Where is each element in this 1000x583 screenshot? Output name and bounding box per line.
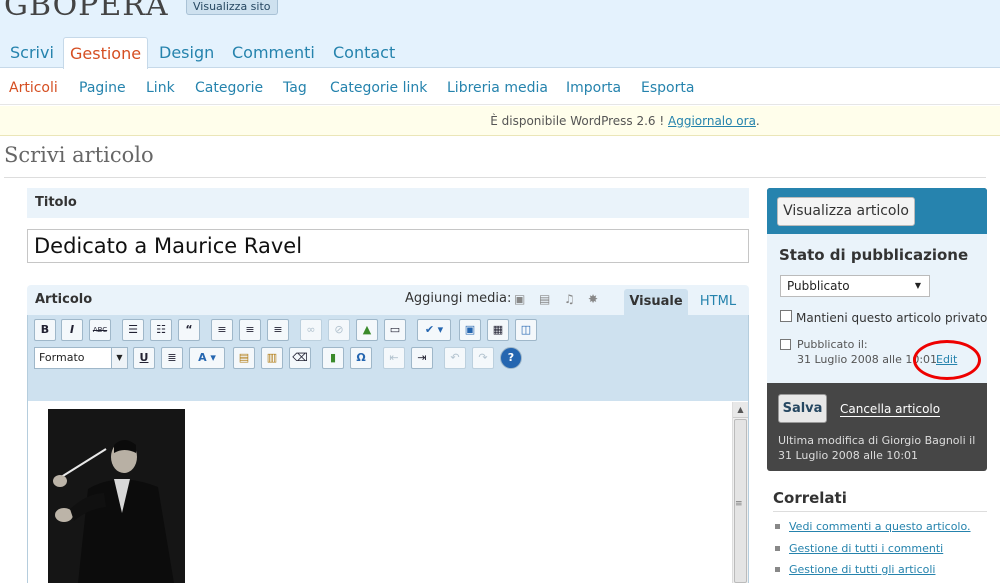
- sub-item-importa[interactable]: Importa: [566, 80, 621, 96]
- update-notice-suffix: .: [755, 114, 760, 128]
- page-title: Scrivi articolo: [4, 143, 154, 167]
- help-button[interactable]: ?: [500, 347, 522, 369]
- add-audio-icon[interactable]: ♫: [564, 292, 575, 306]
- indent-icon[interactable]: ⇥: [411, 347, 433, 369]
- format-select-value: Formato: [39, 351, 85, 364]
- insert-more-icon[interactable]: ▭: [384, 319, 406, 341]
- post-title-input[interactable]: [27, 229, 749, 263]
- paste-word-icon[interactable]: ▥: [261, 347, 283, 369]
- delete-post-link[interactable]: Cancella articolo: [840, 402, 941, 417]
- bold-button[interactable]: B: [34, 319, 56, 341]
- add-media-icon[interactable]: ✸: [588, 292, 598, 306]
- keep-private-label: Mantieni questo articolo privato: [796, 311, 988, 325]
- bullet-square-icon: [775, 566, 780, 572]
- strikethrough-button[interactable]: ABC: [89, 319, 111, 341]
- highlight-circle-annotation: [913, 340, 981, 380]
- publish-status-select[interactable]: Pubblicato ▼: [780, 275, 930, 297]
- publish-status-title: Stato di pubblicazione: [779, 246, 969, 264]
- chevron-down-icon: ▼: [914, 281, 921, 290]
- justify-icon[interactable]: ≣: [161, 347, 183, 369]
- sub-item-libreria-media[interactable]: Libreria media: [447, 80, 548, 96]
- tab-gestione[interactable]: Gestione: [63, 37, 149, 69]
- format-select[interactable]: Formato ▼: [34, 347, 128, 369]
- related-link-label[interactable]: Vedi commenti a questo articolo.: [789, 520, 971, 533]
- undo-icon[interactable]: ↶: [444, 347, 466, 369]
- add-image-icon[interactable]: ▣: [514, 292, 525, 306]
- paste-text-icon[interactable]: ▤: [233, 347, 255, 369]
- related-item-view-comments[interactable]: Vedi commenti a questo articolo.: [775, 520, 971, 533]
- insert-image-icon[interactable]: ▲: [356, 319, 378, 341]
- bullet-list-icon[interactable]: ☰: [122, 319, 144, 341]
- tab-commenti[interactable]: Commenti: [232, 37, 315, 68]
- update-notice: È disponibile WordPress 2.6 ! Aggiornalo…: [0, 106, 1000, 136]
- fullscreen-icon[interactable]: ▣: [459, 319, 481, 341]
- italic-button[interactable]: I: [61, 319, 83, 341]
- last-modified-date: 31 Luglio 2008 alle 10:01: [778, 449, 919, 462]
- editor-scrollbar[interactable]: ▲ ≡: [732, 402, 748, 583]
- publish-status-value: Pubblicato: [787, 279, 850, 293]
- sub-item-articoli[interactable]: Articoli: [9, 80, 58, 96]
- tab-visual[interactable]: Visuale: [624, 289, 688, 315]
- related-link-label[interactable]: Gestione di tutti gli articoli: [789, 563, 935, 576]
- update-notice-text: È disponibile WordPress 2.6 !: [490, 114, 668, 128]
- unlink-icon[interactable]: ⊘: [328, 319, 350, 341]
- tab-html[interactable]: HTML: [693, 289, 743, 315]
- tab-contact-form[interactable]: Contact Form: [333, 37, 395, 93]
- related-link-label[interactable]: Gestione di tutti i commenti: [789, 542, 943, 555]
- text-color-icon[interactable]: A ▾: [189, 347, 225, 369]
- kitchen-sink-icon[interactable]: ▦: [487, 319, 509, 341]
- related-item-manage-comments[interactable]: Gestione di tutti i commenti: [775, 542, 943, 555]
- published-on-label: Pubblicato il:: [797, 338, 868, 351]
- related-divider: [773, 511, 987, 512]
- sub-item-pagine[interactable]: Pagine: [79, 80, 126, 96]
- scroll-grip-icon: ≡: [735, 499, 743, 509]
- title-divider: [4, 177, 986, 178]
- site-title: GBOPERA: [4, 0, 169, 23]
- last-modified-text: Ultima modifica di Giorgio Bagnoli il: [778, 434, 976, 447]
- tab-scrivi[interactable]: Scrivi: [10, 37, 54, 68]
- bullet-square-icon: [775, 523, 780, 529]
- related-item-manage-posts[interactable]: Gestione di tutti gli articoli: [775, 563, 935, 576]
- chevron-down-icon: ▼: [111, 348, 127, 368]
- admin-header: GBOPERA Visualizza sito Scrivi Gestione …: [0, 0, 1000, 93]
- visit-site-button[interactable]: Visualizza sito: [186, 0, 278, 15]
- remove-format-icon[interactable]: ⌫: [289, 347, 311, 369]
- sub-item-esporta[interactable]: Esporta: [641, 80, 694, 96]
- insert-media-icon[interactable]: ▮: [322, 347, 344, 369]
- special-character-button[interactable]: Ω: [350, 347, 372, 369]
- title-section-header: Titolo: [27, 188, 749, 218]
- add-media-label: Aggiungi media:: [405, 291, 512, 306]
- save-button[interactable]: Salva: [778, 394, 827, 423]
- calendar-icon: [780, 339, 791, 350]
- extra-toolbar-icon[interactable]: ◫: [515, 319, 537, 341]
- bullet-square-icon: [775, 545, 780, 551]
- link-icon[interactable]: ∞: [300, 319, 322, 341]
- sub-item-categorie-link[interactable]: Categorie link: [330, 80, 427, 96]
- conductor-photo-image: [48, 409, 185, 583]
- redo-icon[interactable]: ↷: [472, 347, 494, 369]
- align-center-icon[interactable]: ≡: [239, 319, 261, 341]
- sub-item-link[interactable]: Link: [146, 80, 175, 96]
- sub-navigation: Articoli Pagine Link Categorie Tag Categ…: [0, 69, 1000, 105]
- scroll-up-icon[interactable]: ▲: [733, 402, 748, 418]
- conductor-photo[interactable]: [48, 409, 185, 583]
- align-right-icon[interactable]: ≡: [267, 319, 289, 341]
- align-left-icon[interactable]: ≡: [211, 319, 233, 341]
- preview-post-button[interactable]: Visualizza articolo: [777, 197, 915, 226]
- outdent-icon[interactable]: ⇤: [383, 347, 405, 369]
- update-now-link[interactable]: Aggiornalo ora: [668, 114, 756, 128]
- spellcheck-icon[interactable]: ✔ ▾: [417, 319, 451, 341]
- add-video-icon[interactable]: ▤: [539, 292, 550, 306]
- keep-private-checkbox[interactable]: [780, 310, 792, 322]
- sub-item-categorie[interactable]: Categorie: [195, 80, 263, 96]
- blockquote-icon[interactable]: “: [178, 319, 200, 341]
- underline-button[interactable]: U: [133, 347, 155, 369]
- related-title: Correlati: [773, 489, 847, 507]
- tab-design[interactable]: Design: [159, 37, 214, 68]
- numbered-list-icon[interactable]: ☷: [150, 319, 172, 341]
- sub-item-tag[interactable]: Tag: [283, 80, 307, 96]
